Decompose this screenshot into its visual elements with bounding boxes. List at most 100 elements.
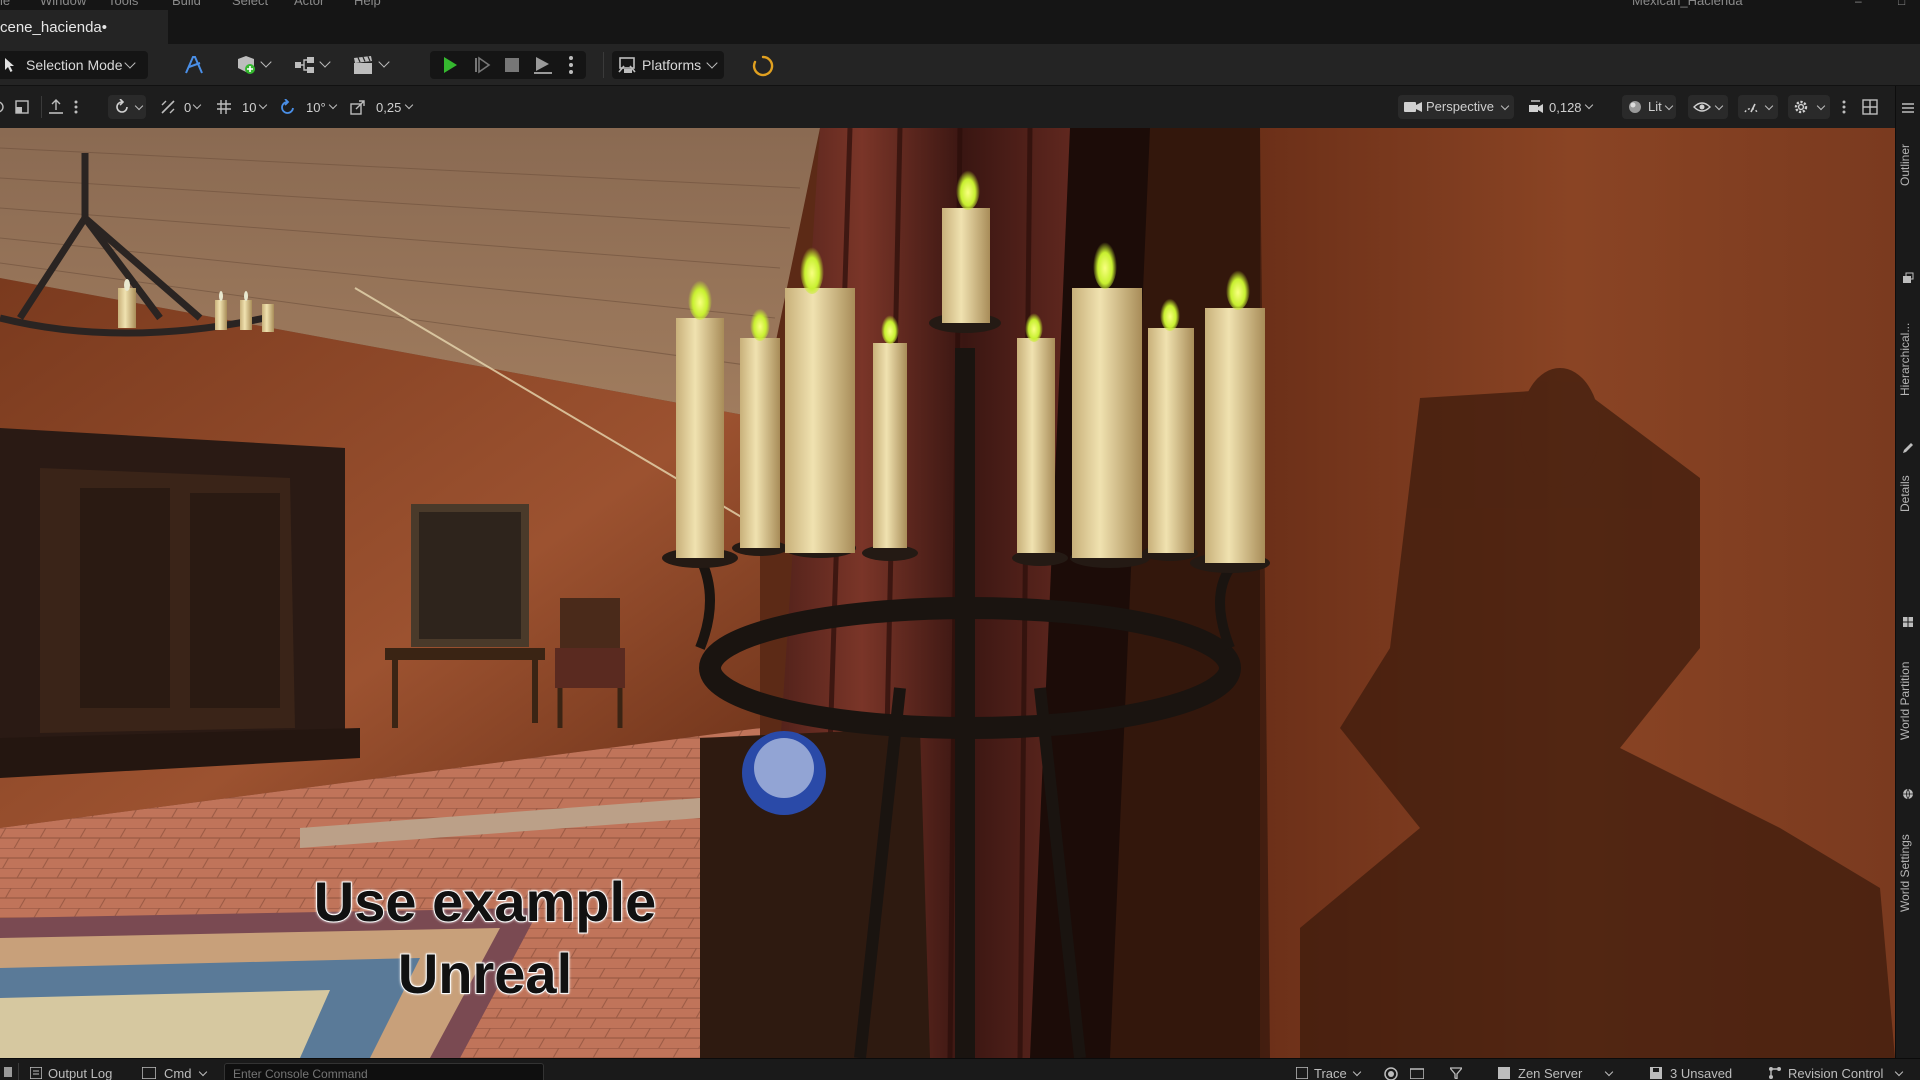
- chevron-down-icon: [134, 101, 144, 111]
- more-options-icon[interactable]: [1842, 99, 1846, 115]
- output-log-icon: [30, 1067, 42, 1079]
- chevron-down-icon[interactable]: [319, 56, 331, 68]
- camera-speed-icon[interactable]: [1528, 99, 1544, 115]
- main-toolbar: Selection Mode Platforms: [0, 44, 1920, 86]
- camera-icon: [1404, 102, 1422, 112]
- viewport-settings-dropdown[interactable]: [1788, 95, 1830, 119]
- minimize-icon[interactable]: –: [1855, 0, 1867, 8]
- zen-server-button[interactable]: Zen Server: [1518, 1066, 1582, 1080]
- menu-item-build[interactable]: Build: [172, 0, 201, 8]
- project-name: Mexican_Hacienda: [1632, 0, 1743, 8]
- eject-possess-icon[interactable]: [533, 56, 553, 74]
- chevron-down-icon: [1714, 101, 1724, 111]
- overlay-caption-line-1: Use example: [313, 869, 657, 934]
- eye-icon: [1693, 102, 1711, 112]
- lit-mode-dropdown[interactable]: Lit: [1622, 95, 1676, 119]
- tab-world-settings[interactable]: World Settings: [1898, 812, 1918, 912]
- chevron-down-icon[interactable]: [1352, 1067, 1362, 1077]
- screenshot-icon[interactable]: [1410, 1067, 1424, 1079]
- chevron-down-icon[interactable]: [1584, 100, 1594, 110]
- play-icon[interactable]: [441, 56, 459, 74]
- show-flags-dropdown[interactable]: [1688, 95, 1728, 119]
- lighting-mode-label: Lit: [1648, 99, 1662, 114]
- pencil-icon: [1903, 443, 1913, 453]
- toolbar-divider: [41, 96, 42, 118]
- output-log-button[interactable]: Output Log: [48, 1066, 112, 1080]
- status-bar: Output Log Cmd Trace Zen Server 3 Unsave…: [0, 1058, 1920, 1080]
- collapsed-side-panel: Outliner Hierarchical... Details World P…: [1895, 86, 1920, 1058]
- selection-mode-label: Selection Mode: [26, 57, 123, 73]
- grid-snap-value[interactable]: 10: [242, 100, 256, 115]
- menu-bar: le Window Tools Build Select Actor Help …: [0, 0, 1920, 10]
- rotation-snap-value[interactable]: 10°: [306, 100, 326, 115]
- perspective-view-dropdown[interactable]: Perspective: [1398, 95, 1514, 119]
- viewport-options-icon[interactable]: [0, 100, 6, 114]
- maximize-icon[interactable]: □: [1898, 0, 1910, 8]
- filter-icon[interactable]: [1450, 1067, 1462, 1079]
- modeling-mode-icon[interactable]: [183, 54, 205, 76]
- chevron-down-icon[interactable]: [378, 56, 390, 68]
- cinematics-clapper-icon[interactable]: [352, 55, 374, 75]
- chevron-down-icon[interactable]: [328, 100, 338, 110]
- menu-item-actor[interactable]: Actor: [294, 0, 324, 8]
- scale-snap-value[interactable]: 0,25: [376, 100, 401, 115]
- chevron-down-icon[interactable]: [1604, 1067, 1614, 1077]
- menu-item-select[interactable]: Select: [232, 0, 268, 8]
- unsaved-count[interactable]: 3 Unsaved: [1670, 1066, 1732, 1080]
- menu-item-help[interactable]: Help: [354, 0, 381, 8]
- chevron-down-icon[interactable]: [258, 100, 268, 110]
- lit-sphere-icon: [1629, 101, 1641, 113]
- grid-snap-icon[interactable]: [216, 99, 232, 115]
- console-command-input[interactable]: [224, 1063, 544, 1080]
- platforms-dropdown[interactable]: Platforms: [612, 51, 724, 79]
- hamburger-menu-icon[interactable]: [1902, 102, 1914, 114]
- viewport-layout-icon[interactable]: [1862, 99, 1878, 115]
- selection-mode-dropdown[interactable]: Selection Mode: [0, 51, 148, 79]
- zen-server-icon: [1498, 1067, 1510, 1079]
- layers-icon: [1903, 272, 1914, 283]
- overlay-caption-line-2: Unreal: [397, 941, 573, 1006]
- camera-speed-value[interactable]: 0,128: [1549, 100, 1582, 115]
- add-actor-icon[interactable]: [235, 55, 257, 75]
- record-icon[interactable]: [1384, 1067, 1398, 1080]
- menu-item-window[interactable]: Window: [40, 0, 86, 8]
- transform-translate-icon[interactable]: [14, 99, 30, 115]
- chevron-down-icon: [706, 57, 718, 69]
- angle-value[interactable]: 0: [184, 100, 191, 115]
- cursor-icon: [5, 58, 14, 72]
- revision-control-button[interactable]: Revision Control: [1788, 1066, 1883, 1080]
- step-frame-icon[interactable]: [473, 56, 491, 74]
- document-tab-bar: cene_hacienda•: [0, 10, 1920, 44]
- tab-outliner[interactable]: Outliner: [1898, 126, 1918, 186]
- content-drawer-icon[interactable]: [4, 1067, 12, 1077]
- chevron-down-icon: [1764, 101, 1774, 111]
- coordinate-space-toggle[interactable]: [108, 95, 146, 119]
- scalability-dropdown[interactable]: [1738, 95, 1778, 119]
- menu-item-file[interactable]: le: [0, 0, 10, 8]
- tab-details[interactable]: Details: [1898, 464, 1918, 512]
- rotation-snap-icon[interactable]: [280, 99, 296, 115]
- blueprint-icon[interactable]: [294, 56, 316, 74]
- cmd-dropdown[interactable]: Cmd: [164, 1066, 191, 1080]
- level-viewport[interactable]: Use example Unreal: [0, 128, 1895, 1058]
- chevron-down-icon[interactable]: [1894, 1067, 1904, 1077]
- menu-item-tools[interactable]: Tools: [108, 0, 138, 8]
- surface-snapping-icon[interactable]: [48, 99, 64, 115]
- rotation-increment-icon[interactable]: [160, 99, 176, 115]
- tab-world-partition[interactable]: World Partition: [1898, 640, 1918, 740]
- tab-hierarchical-lod[interactable]: Hierarchical...: [1898, 296, 1918, 396]
- chevron-down-icon[interactable]: [198, 1067, 208, 1077]
- chevron-down-icon[interactable]: [260, 56, 272, 68]
- trace-dropdown[interactable]: Trace: [1314, 1066, 1347, 1080]
- globe-icon: [1903, 788, 1913, 800]
- scale-snap-icon[interactable]: [350, 99, 366, 115]
- chevron-down-icon[interactable]: [404, 100, 414, 110]
- more-options-icon[interactable]: [74, 99, 78, 115]
- stop-icon[interactable]: [504, 57, 520, 73]
- chevron-down-icon[interactable]: [192, 100, 202, 110]
- toolbar-divider: [603, 52, 604, 78]
- performance-gauge-icon: [1744, 103, 1758, 113]
- level-document-tab[interactable]: cene_hacienda•: [0, 10, 168, 44]
- terminal-icon: [142, 1067, 156, 1079]
- more-options-icon[interactable]: [568, 55, 574, 75]
